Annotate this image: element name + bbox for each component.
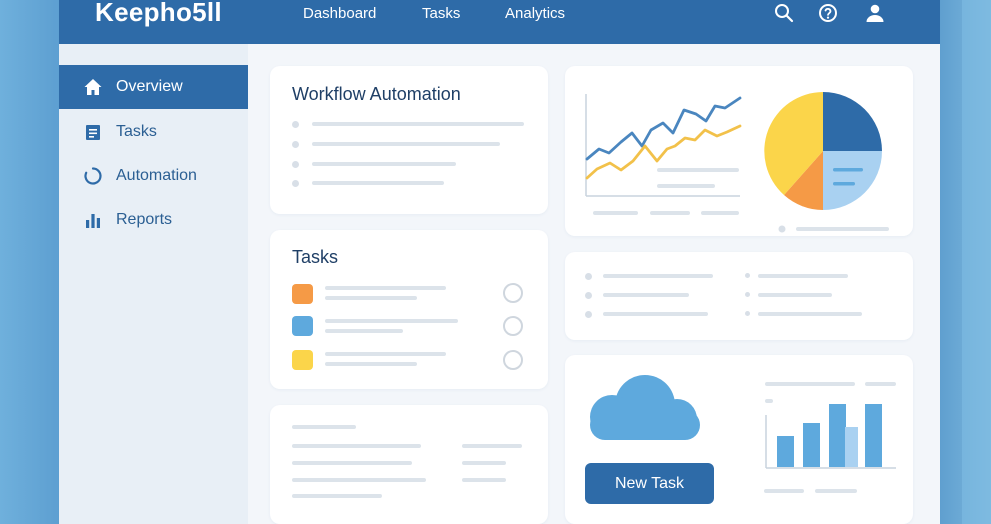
sidebar-item-label: Tasks xyxy=(116,123,157,140)
placeholder-line xyxy=(650,211,690,215)
placeholder-dot xyxy=(585,311,592,318)
placeholder-dot xyxy=(585,273,592,280)
sidebar-item-label: Overview xyxy=(116,78,183,95)
tasks-card: Tasks xyxy=(270,230,548,389)
placeholder-line xyxy=(325,286,446,290)
pie-label-line xyxy=(833,168,863,172)
bar xyxy=(803,423,820,467)
bar xyxy=(777,436,794,467)
list-icon xyxy=(83,122,103,142)
bar xyxy=(845,427,858,467)
placeholder-dot xyxy=(745,292,750,297)
placeholder-line xyxy=(758,312,862,316)
app-window: Keepho5ll Dashboard Tasks Analytics Over… xyxy=(59,0,940,524)
placeholder-line xyxy=(325,319,458,323)
brand-logo[interactable]: Keepho5ll xyxy=(95,0,222,28)
legend-dot xyxy=(778,225,786,233)
placeholder-line xyxy=(462,478,506,482)
placeholder-line xyxy=(325,296,417,300)
placeholder-line xyxy=(312,162,456,166)
placeholder-line xyxy=(292,461,412,465)
bar xyxy=(829,404,846,467)
placeholder-line xyxy=(325,352,446,356)
placeholder-line xyxy=(603,312,708,316)
placeholder-line xyxy=(815,489,857,493)
refresh-icon xyxy=(83,166,103,186)
summary-list-card xyxy=(565,252,913,340)
pie-slice xyxy=(823,92,882,151)
analytics-chart-card xyxy=(565,66,913,236)
background-right-edge xyxy=(962,0,991,524)
home-icon xyxy=(83,77,103,97)
chart-line-series-1 xyxy=(585,96,742,161)
placeholder-dot xyxy=(292,141,299,148)
placeholder-line xyxy=(701,211,739,215)
placeholder-line xyxy=(758,274,848,278)
placeholder-line xyxy=(603,274,713,278)
placeholder-dot xyxy=(292,161,299,168)
task-checkbox[interactable] xyxy=(503,350,523,370)
new-task-card: New Task xyxy=(565,355,913,524)
placeholder-line xyxy=(865,382,896,386)
sidebar-item-automation[interactable]: Automation xyxy=(59,154,248,198)
sidebar-item-reports[interactable]: Reports xyxy=(59,198,248,242)
placeholder-line xyxy=(292,425,356,429)
bar xyxy=(865,404,882,467)
placeholder-line xyxy=(292,478,426,482)
placeholder-line xyxy=(292,494,382,498)
placeholder-dot xyxy=(292,180,299,187)
placeholder-line xyxy=(312,142,500,146)
user-icon[interactable] xyxy=(865,3,885,23)
pie-slice xyxy=(823,151,882,210)
placeholder-line xyxy=(657,168,739,172)
placeholder-line xyxy=(657,184,715,188)
new-task-button[interactable]: New Task xyxy=(585,463,714,504)
placeholder-line xyxy=(312,181,444,185)
notes-card xyxy=(270,405,548,524)
background-left xyxy=(0,0,59,524)
workflow-automation-card: Workflow Automation xyxy=(270,66,548,214)
placeholder-dot xyxy=(292,121,299,128)
top-bar: Keepho5ll Dashboard Tasks Analytics xyxy=(59,0,940,44)
pie-label-line xyxy=(833,182,855,186)
placeholder-line xyxy=(325,362,417,366)
card-title: Tasks xyxy=(292,247,339,267)
placeholder-line xyxy=(765,399,773,403)
placeholder-line xyxy=(462,444,522,448)
card-title: Workflow Automation xyxy=(292,84,461,104)
nav-tasks[interactable]: Tasks xyxy=(422,5,460,22)
placeholder-line xyxy=(292,444,421,448)
placeholder-dot xyxy=(745,273,750,278)
placeholder-line xyxy=(603,293,689,297)
task-color-tag xyxy=(292,284,313,304)
nav-analytics[interactable]: Analytics xyxy=(505,5,565,22)
sidebar-item-label: Automation xyxy=(116,167,197,184)
placeholder-dot xyxy=(745,311,750,316)
task-checkbox[interactable] xyxy=(503,283,523,303)
bar-chart-icon xyxy=(83,210,103,230)
placeholder-line xyxy=(593,211,638,215)
legend-line xyxy=(796,227,889,231)
placeholder-line xyxy=(312,122,524,126)
sidebar: Overview Tasks Automation Reports xyxy=(59,44,248,524)
search-icon[interactable] xyxy=(774,3,794,23)
placeholder-line xyxy=(758,293,832,297)
nav-dashboard[interactable]: Dashboard xyxy=(303,5,376,22)
help-icon[interactable] xyxy=(818,3,838,23)
placeholder-line xyxy=(764,489,804,493)
task-color-tag xyxy=(292,316,313,336)
analytics-illustration xyxy=(585,92,889,233)
task-checkbox[interactable] xyxy=(503,316,523,336)
placeholder-line xyxy=(462,461,506,465)
pie-chart xyxy=(764,92,882,210)
task-color-tag xyxy=(292,350,313,370)
placeholder-line xyxy=(325,329,403,333)
cloud-icon xyxy=(590,375,700,440)
sidebar-item-label: Reports xyxy=(116,211,173,228)
placeholder-line xyxy=(765,382,855,386)
sidebar-item-tasks[interactable]: Tasks xyxy=(59,110,248,154)
placeholder-dot xyxy=(585,292,592,299)
sidebar-item-overview[interactable]: Overview xyxy=(59,65,248,109)
